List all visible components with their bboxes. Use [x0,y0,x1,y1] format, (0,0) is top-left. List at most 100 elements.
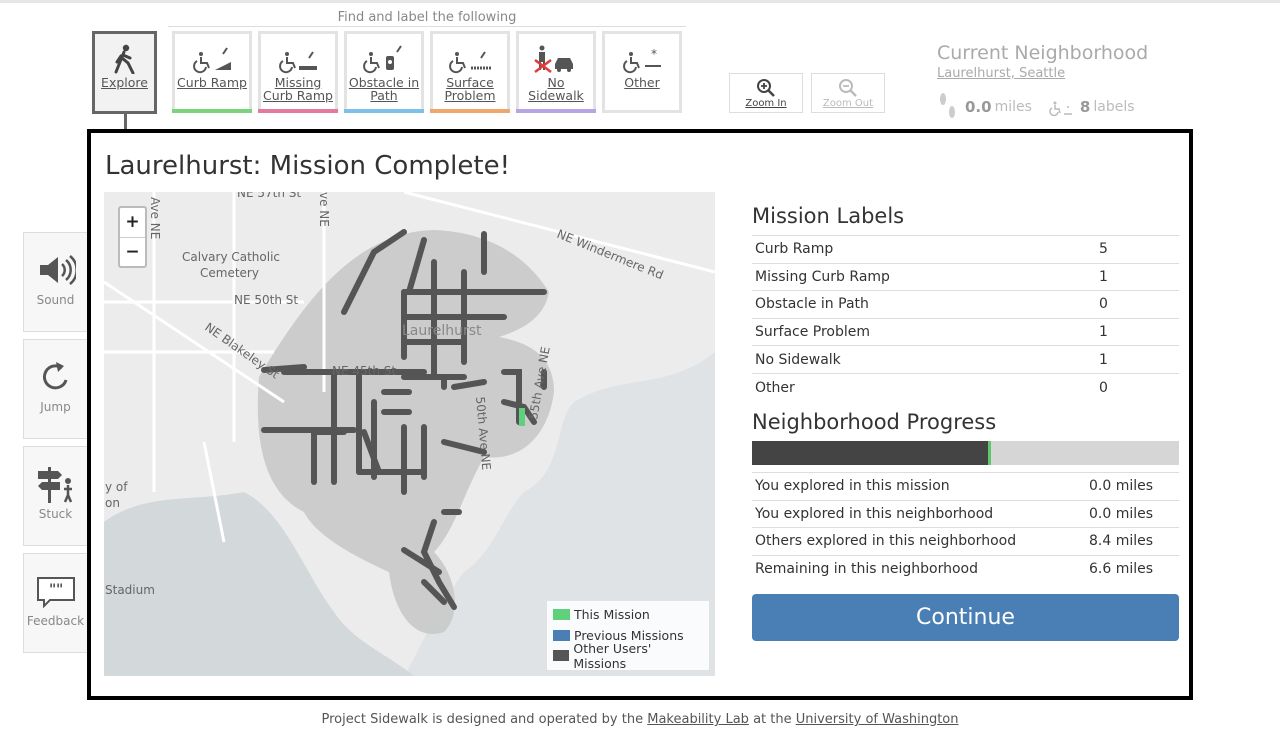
map-label-ne-50th: NE 50th St [234,293,298,307]
labels-unit: labels [1093,99,1135,115]
legend-other-users: Other Users' Missions [553,641,703,671]
feedback-label: Feedback [26,614,85,628]
missing-curb-ramp-icon [279,51,317,74]
stuck-button[interactable]: Stuck [23,446,88,546]
footer: Project Sidewalk is designed and operate… [0,712,1280,727]
other-label: Other [624,75,660,90]
explore-button[interactable]: Explore [92,31,157,114]
other-button[interactable]: * Other [602,31,682,113]
zoom-in-button[interactable]: Zoom In [729,73,803,113]
missing-curb-ramp-button[interactable]: Missing Curb Ramp [258,31,338,113]
no-sidewalk-color-bar [516,109,596,113]
no-sidewalk-icon [534,45,573,73]
no-sidewalk-label: No Sidewalk [528,75,584,103]
map-zoom-out-button[interactable]: − [120,237,145,266]
row-label: You explored in this neighborhood [752,499,1086,528]
surface-problem-button[interactable]: Surface Problem [430,31,510,113]
surface-problem-color-bar [430,109,510,113]
sound-button[interactable]: Sound [23,232,88,332]
legend-swatch-this-mission [553,609,570,621]
row-value: 5 [1096,235,1179,264]
table-row: Surface Problem 1 [752,317,1179,346]
neighborhood-link[interactable]: Laurelhurst, Seattle [937,66,1148,81]
labels-value: 8 [1079,98,1091,116]
footprints-icon [940,93,955,118]
zoom-in-icon [757,79,775,97]
map-zoom-control: + − [118,206,147,268]
top-border [0,0,1280,3]
jump-label: Jump [40,400,71,414]
speaker-icon [39,255,76,285]
table-row: Remaining in this neighborhood 6.6 miles [752,554,1179,583]
table-row: No Sidewalk 1 [752,345,1179,374]
legend-label-this-mission: This Mission [574,607,650,623]
curb-ramp-button[interactable]: Curb Ramp [172,31,252,113]
legend-this-mission: This Mission [553,605,703,626]
table-row: You explored in this neighborhood 0.0 mil… [752,499,1179,528]
missing-curb-ramp-label: Missing Curb Ramp [263,75,333,103]
row-label: Missing Curb Ramp [752,262,1096,291]
obstacle-button[interactable]: Obstacle in Path [344,31,424,113]
svg-text:*: * [651,47,657,61]
neighborhood-heading: Current Neighborhood [937,42,1149,64]
map-label-ne-45th: NE 45th St [332,364,396,378]
stuck-label: Stuck [38,507,73,521]
row-value: 0 [1096,290,1179,319]
obstacle-color-bar [344,109,424,113]
row-label: Obstacle in Path [752,290,1096,319]
jump-button[interactable]: Jump [23,339,88,439]
university-link[interactable]: University of Washington [796,712,959,727]
footer-middle: at the [753,712,792,727]
table-row: Others explored in this neighborhood 8.4 … [752,527,1179,556]
zoom-out-icon [839,79,857,97]
footer-prefix: Project Sidewalk is designed and operate… [321,712,644,727]
row-label: Others explored in this neighborhood [752,527,1086,556]
find-label: Find and label the following [337,10,517,25]
signpost-icon [37,467,72,503]
svg-text:": " [56,582,63,598]
refresh-icon [42,362,67,390]
surface-problem-icon [449,51,491,74]
row-value: 1 [1096,345,1179,374]
table-row: Other 0 [752,372,1179,402]
explore-label: Explore [101,75,148,90]
legend-label-other-users: Other Users' Missions [573,640,652,671]
row-label: Remaining in this neighborhood [752,554,1086,583]
row-label: Curb Ramp [752,235,1096,264]
map-label-ave-ne: Ave NE [148,197,162,239]
legend-swatch-other-users [553,650,570,662]
map-legend: This Mission Previous Missions Other Use… [547,600,709,671]
progress-fill [752,441,992,465]
row-label: Surface Problem [752,317,1096,346]
curb-ramp-label: Curb Ramp [177,75,247,90]
row-value: 8.4 miles [1086,527,1179,556]
makeability-lab-link[interactable]: Makeability Lab [647,712,749,727]
neighborhood-stats: 0.0 miles 8 labels [937,90,1135,124]
mission-map[interactable]: NE 57th St Calvary Catholic Cemetery NE … [104,192,715,676]
modal-title: Laurelhurst: Mission Complete! [105,151,510,181]
neighborhood-progress-title: Neighborhood Progress [752,410,997,434]
labels-icon [1049,101,1072,117]
row-value: 0 [1096,372,1179,402]
map-label-ve-ne: ve NE [317,192,331,227]
row-label: Other [752,372,1096,402]
zoom-in-label: Zoom In [745,98,787,109]
feedback-button[interactable]: " " Feedback [23,553,88,653]
table-row: Missing Curb Ramp 1 [752,262,1179,291]
current-neighborhood: Current Neighborhood Laurelhurst, Seattl… [937,42,1148,81]
other-icon: * [623,47,661,74]
map-zoom-in-button[interactable]: + [120,208,145,237]
row-value: 6.6 miles [1086,554,1179,583]
no-sidewalk-button[interactable]: No Sidewalk [516,31,596,113]
continue-button[interactable]: Continue [752,594,1179,641]
map-label-laurelhurst: Laurelhurst [402,323,482,339]
find-divider [168,26,686,27]
zoom-out-button[interactable]: Zoom Out [811,73,885,113]
walking-person-icon [114,44,134,74]
obstacle-icon [363,45,402,74]
obstacle-label: Obstacle in Path [348,75,420,103]
row-label: No Sidewalk [752,345,1096,374]
surface-problem-label: Surface Problem [444,75,496,103]
map-label-stadium: Stadium [105,583,155,597]
miles-value: 0.0 [965,98,992,116]
